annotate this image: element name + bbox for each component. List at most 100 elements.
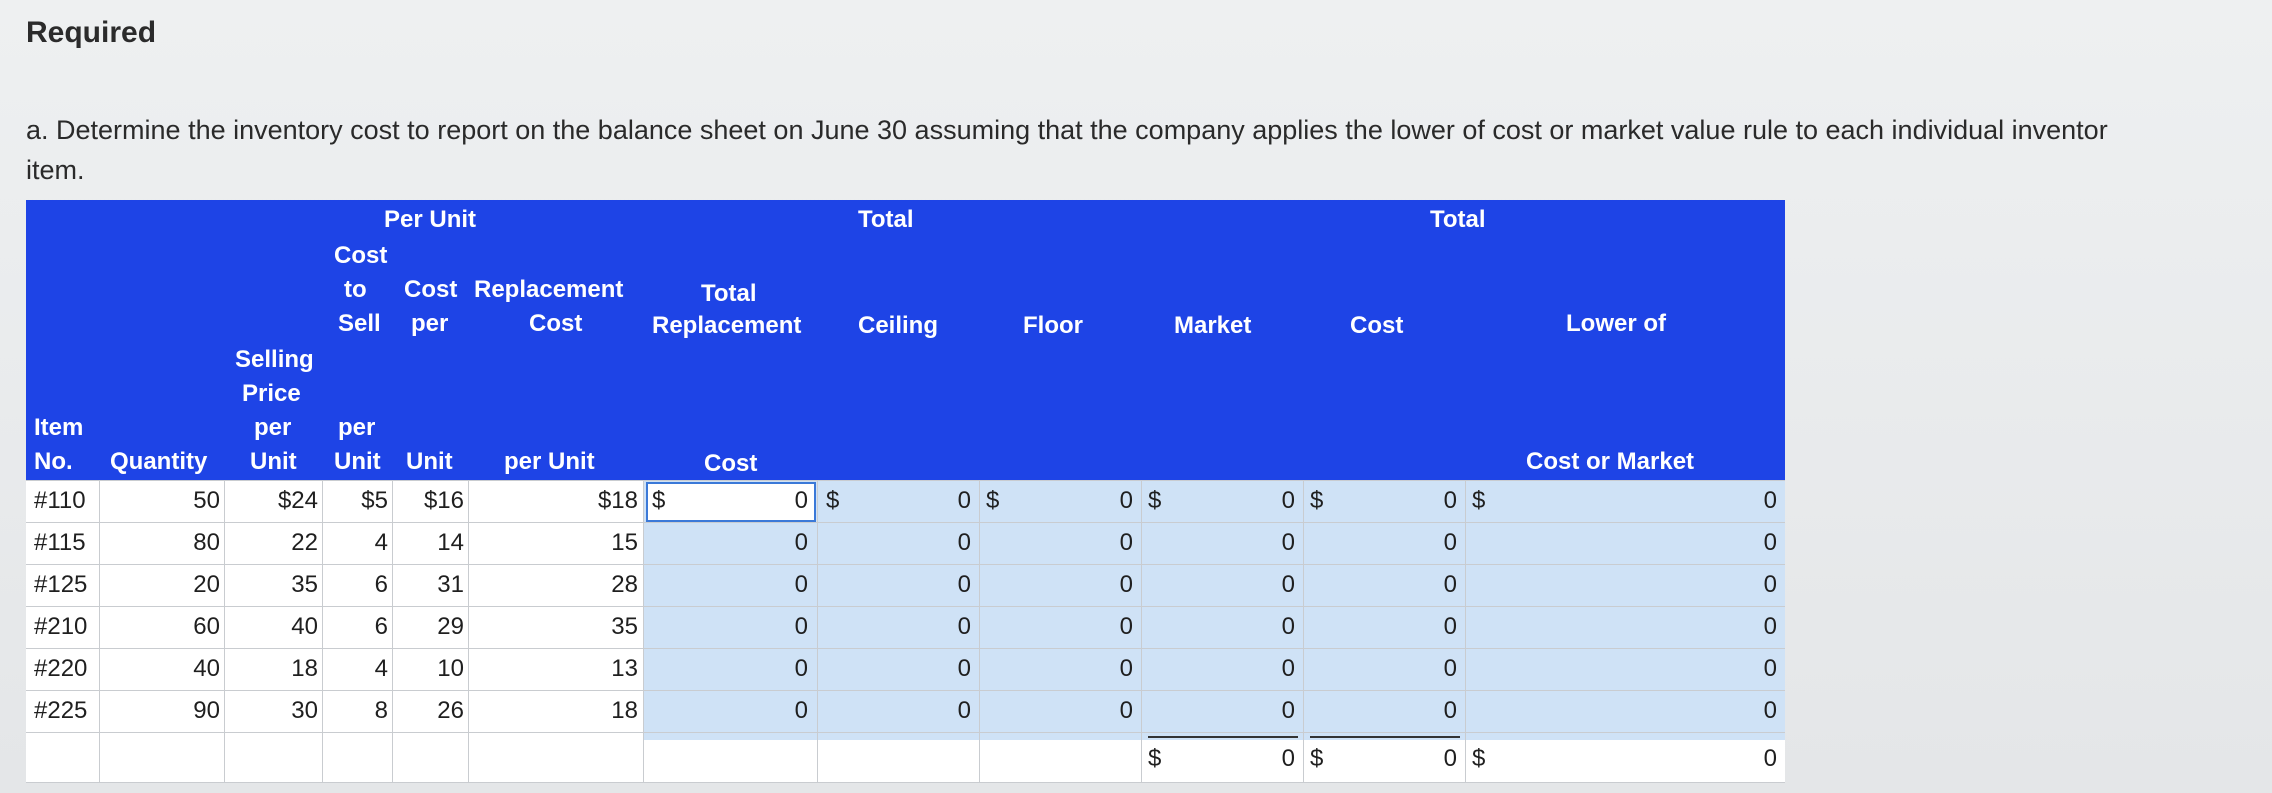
table-row: #125 20 35 6 31 28 0 0 0 0 0 0 xyxy=(26,564,1785,606)
table-row: #210 60 40 6 29 35 0 0 0 0 0 0 xyxy=(26,606,1785,648)
header-tr-cost: Cost xyxy=(704,450,758,477)
header-quantity: Quantity xyxy=(110,448,208,475)
cost-to-sell: 6 xyxy=(374,613,388,640)
selling-price: 40 xyxy=(291,613,318,640)
selling-price: 35 xyxy=(291,571,318,598)
lower-of-cost-or-market[interactable]: 0 xyxy=(1465,564,1777,606)
header-total-1: Total xyxy=(858,206,914,233)
market[interactable]: 0 xyxy=(1141,564,1295,606)
header-per-unit: Per Unit xyxy=(384,206,477,233)
total-replacement-cost[interactable]: 0 xyxy=(646,690,808,732)
replacement-cost: 28 xyxy=(611,571,638,598)
table-row: #220 40 18 4 10 13 0 0 0 0 0 0 xyxy=(26,648,1785,690)
table-row: #225 90 30 8 26 18 0 0 0 0 0 0 xyxy=(26,690,1785,732)
total-replacement-cost[interactable]: 0 xyxy=(646,606,808,648)
header-item-1: Item xyxy=(34,414,84,441)
cost-per-unit: 31 xyxy=(437,571,464,598)
header-cost-per-unit-2: per xyxy=(411,310,449,337)
item-no: #125 xyxy=(34,571,88,598)
replacement-cost: $18 xyxy=(597,487,638,514)
total-cost[interactable]: 0 xyxy=(1303,606,1457,648)
cost-per-unit: 29 xyxy=(437,613,464,640)
lower-of-cost-or-market[interactable]: 0 xyxy=(1465,480,1777,522)
floor[interactable]: 0 xyxy=(979,690,1133,732)
floor[interactable]: 0 xyxy=(979,606,1133,648)
header-total-replacement-1: Total xyxy=(701,280,757,307)
header-total-2: Total xyxy=(1430,206,1486,233)
quantity: 50 xyxy=(193,487,220,514)
quantity: 90 xyxy=(193,697,220,724)
total-replacement-cost[interactable]: 0 xyxy=(646,564,808,606)
required-heading: Required xyxy=(26,16,157,49)
total-cost[interactable]: 0 xyxy=(1303,480,1457,522)
market[interactable]: 0 xyxy=(1141,690,1295,732)
replacement-cost: 15 xyxy=(611,529,638,556)
total-replacement-cost[interactable]: 0 xyxy=(646,522,808,564)
question-text: a. Determine the inventory cost to repor… xyxy=(26,115,2108,145)
header-selling-3: per xyxy=(254,414,292,441)
cost-per-unit: $16 xyxy=(423,487,464,514)
question-text-continued: item. xyxy=(26,155,85,185)
header-cost-to-sell-2: to xyxy=(344,276,367,303)
floor[interactable]: 0 xyxy=(979,522,1133,564)
market[interactable]: 0 xyxy=(1141,648,1295,690)
cost-to-sell: 8 xyxy=(374,697,388,724)
lower-of-cost-or-market[interactable]: 0 xyxy=(1465,606,1777,648)
market[interactable]: 0 xyxy=(1141,606,1295,648)
lower-of-cost-or-market[interactable]: 0 xyxy=(1465,690,1777,732)
cost-total[interactable]: 0 xyxy=(1303,738,1457,780)
total-cost[interactable]: 0 xyxy=(1303,564,1457,606)
ceiling[interactable]: 0 xyxy=(817,564,971,606)
selling-price: 18 xyxy=(291,655,318,682)
floor[interactable]: 0 xyxy=(979,480,1133,522)
header-cpu-unit: Unit xyxy=(406,448,453,475)
header-selling-2: Price xyxy=(242,380,301,407)
header-market: Market xyxy=(1174,312,1252,339)
header-floor: Floor xyxy=(1023,312,1083,339)
ceiling[interactable]: 0 xyxy=(817,480,971,522)
replacement-cost: 13 xyxy=(611,655,638,682)
floor[interactable]: 0 xyxy=(979,648,1133,690)
ceiling[interactable]: 0 xyxy=(817,648,971,690)
ceiling[interactable]: 0 xyxy=(817,522,971,564)
floor[interactable]: 0 xyxy=(979,564,1133,606)
item-no: #225 xyxy=(34,697,88,724)
selling-price: $24 xyxy=(277,487,318,514)
market-total[interactable]: 0 xyxy=(1141,738,1295,780)
ceiling[interactable]: 0 xyxy=(817,606,971,648)
quantity: 60 xyxy=(193,613,220,640)
total-replacement-cost[interactable]: 0 xyxy=(646,648,808,690)
header-ceiling: Ceiling xyxy=(858,312,939,339)
header-selling-1: Selling xyxy=(235,346,314,373)
selling-price: 22 xyxy=(291,529,318,556)
item-no: #110 xyxy=(34,487,86,514)
quantity: 20 xyxy=(193,571,220,598)
lower-of-cost-or-market[interactable]: 0 xyxy=(1465,522,1777,564)
cost-per-unit: 26 xyxy=(437,697,464,724)
inventory-table: Per Unit Total Total Cost to Sell Cost p… xyxy=(26,200,1785,783)
totals-row: $ 0 $ 0 $ 0 xyxy=(26,736,1785,778)
replacement-cost: 18 xyxy=(611,697,638,724)
item-no: #115 xyxy=(34,529,86,556)
total-cost[interactable]: 0 xyxy=(1303,648,1457,690)
quantity: 40 xyxy=(193,655,220,682)
lower-of-cost-or-market[interactable]: 0 xyxy=(1465,648,1777,690)
cost-to-sell: 6 xyxy=(374,571,388,598)
market[interactable]: 0 xyxy=(1141,522,1295,564)
market[interactable]: 0 xyxy=(1141,480,1295,522)
header-sell-unit: Unit xyxy=(334,448,381,475)
header-lower-of: Lower of xyxy=(1566,310,1666,337)
total-replacement-cost[interactable]: 0 xyxy=(646,480,808,522)
header-cost-to-sell-3: Sell xyxy=(338,310,381,337)
cost-to-sell: 4 xyxy=(374,529,388,556)
table-header: Per Unit Total Total Cost to Sell Cost p… xyxy=(26,200,1785,480)
quantity: 80 xyxy=(193,529,220,556)
header-replacement-cost-2: Cost xyxy=(529,310,583,337)
replacement-cost: 35 xyxy=(611,613,638,640)
total-cost[interactable]: 0 xyxy=(1303,690,1457,732)
cost-to-sell: 4 xyxy=(374,655,388,682)
lcm-total[interactable]: 0 xyxy=(1465,738,1777,780)
ceiling[interactable]: 0 xyxy=(817,690,971,732)
total-cost[interactable]: 0 xyxy=(1303,522,1457,564)
page: Required a. Determine the inventory cost… xyxy=(0,0,2272,793)
